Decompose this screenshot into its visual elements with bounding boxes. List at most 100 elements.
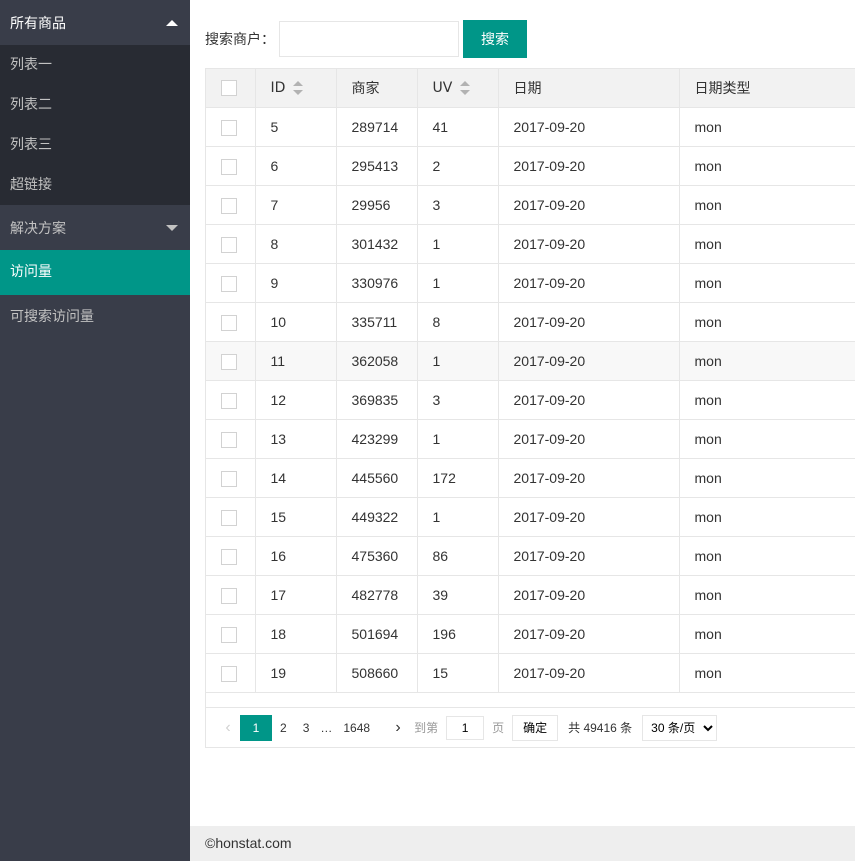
cell-merchant: 475360 xyxy=(336,536,418,576)
cell-merchant: 501694 xyxy=(336,614,418,654)
row-checkbox[interactable] xyxy=(221,275,237,292)
row-checkbox[interactable] xyxy=(221,470,237,487)
caret-up-icon xyxy=(166,19,178,26)
row-checkbox[interactable] xyxy=(221,197,237,214)
cell-date-type: mon xyxy=(679,497,855,537)
page-3[interactable]: 3 xyxy=(295,715,318,741)
nav-group-all-products[interactable]: 所有商品 xyxy=(0,0,190,45)
cell-id: 13 xyxy=(255,419,337,459)
goto-label: 到第 xyxy=(414,721,439,735)
row-checkbox-cell xyxy=(206,614,256,654)
cell-id: 12 xyxy=(255,380,337,420)
goto-confirm-button[interactable]: 确定 xyxy=(512,714,559,741)
row-checkbox-cell xyxy=(206,575,256,615)
caret-down-icon xyxy=(166,224,178,231)
row-checkbox[interactable] xyxy=(221,587,237,604)
table-row[interactable]: 15 449322 1 2017-09-20 mon xyxy=(206,497,855,537)
row-checkbox[interactable] xyxy=(221,158,237,175)
cell-date: 2017-09-20 xyxy=(498,224,680,264)
header-label: UV xyxy=(432,80,453,96)
row-checkbox-cell xyxy=(206,497,256,537)
row-checkbox-cell xyxy=(206,653,256,693)
cell-date: 2017-09-20 xyxy=(498,497,680,537)
table-row[interactable]: 6 295413 2 2017-09-20 mon xyxy=(206,146,855,186)
cell-id: 19 xyxy=(255,653,337,693)
row-checkbox[interactable] xyxy=(221,509,237,526)
cell-date-type: mon xyxy=(679,263,855,303)
table-row[interactable]: 19 508660 15 2017-09-20 mon xyxy=(206,653,855,693)
row-checkbox[interactable] xyxy=(221,236,237,253)
row-checkbox[interactable] xyxy=(221,392,237,409)
table-row[interactable]: 9 330976 1 2017-09-20 mon xyxy=(206,263,855,303)
cell-id: 10 xyxy=(255,302,337,342)
page-size-select[interactable]: 30 条/页 xyxy=(642,714,718,741)
cell-merchant: 482778 xyxy=(336,575,418,615)
sort-icon[interactable] xyxy=(293,81,304,95)
cell-uv: 196 xyxy=(417,614,499,654)
row-checkbox[interactable] xyxy=(221,119,237,136)
table-row[interactable]: 14 445560 172 2017-09-20 mon xyxy=(206,458,855,498)
subnav-item-list2[interactable]: 列表二 xyxy=(0,85,190,125)
main-content: 搜索商户： 搜索 ID 商家 UV 日期 日期类型 5 289714 41 20… xyxy=(190,0,855,826)
table-row[interactable]: 5 289714 41 2017-09-20 mon xyxy=(206,107,855,147)
cell-date: 2017-09-20 xyxy=(498,614,680,654)
cell-date: 2017-09-20 xyxy=(498,575,680,615)
cell-merchant: 445560 xyxy=(336,458,418,498)
table-row[interactable]: 16 475360 86 2017-09-20 mon xyxy=(206,536,855,576)
cell-uv: 3 xyxy=(417,380,499,420)
search-label: 搜索商户： xyxy=(205,32,275,48)
table-row[interactable]: 10 335711 8 2017-09-20 mon xyxy=(206,302,855,342)
row-checkbox-cell xyxy=(206,380,256,420)
table-row[interactable]: 12 369835 3 2017-09-20 mon xyxy=(206,380,855,420)
row-checkbox-cell xyxy=(206,458,256,498)
total-count: 共 49416 条 xyxy=(568,721,633,735)
page-1[interactable]: 1 xyxy=(240,714,272,741)
table-row[interactable]: 11 362058 1 2017-09-20 mon xyxy=(206,341,855,381)
nav-group-title: 所有商品 xyxy=(10,15,66,32)
cell-id: 5 xyxy=(255,107,337,147)
cell-date-type: mon xyxy=(679,536,855,576)
next-page-icon[interactable]: › xyxy=(386,719,410,737)
cell-id: 6 xyxy=(255,146,337,186)
subnav-item-list3[interactable]: 列表三 xyxy=(0,125,190,165)
table-row[interactable]: 17 482778 39 2017-09-20 mon xyxy=(206,575,855,615)
row-checkbox[interactable] xyxy=(221,314,237,331)
row-checkbox[interactable] xyxy=(221,665,237,682)
subnav-item-hyperlink[interactable]: 超链接 xyxy=(0,165,190,205)
prev-page-icon[interactable]: ‹ xyxy=(216,719,240,737)
row-checkbox[interactable] xyxy=(221,548,237,565)
cell-date: 2017-09-20 xyxy=(498,536,680,576)
table-body[interactable]: ID 商家 UV 日期 日期类型 5 289714 41 2017-09-20 mon 6… xyxy=(206,69,855,707)
subnav-item-list1[interactable]: 列表一 xyxy=(0,45,190,85)
nav-group-solutions[interactable]: 解决方案 xyxy=(0,205,190,250)
cell-id: 18 xyxy=(255,614,337,654)
cell-date: 2017-09-20 xyxy=(498,419,680,459)
page-last[interactable]: 1648 xyxy=(335,715,378,741)
row-checkbox-cell xyxy=(206,341,256,381)
nav-group-title: 解决方案 xyxy=(10,220,66,237)
cell-merchant: 449322 xyxy=(336,497,418,537)
search-button[interactable]: 搜索 xyxy=(463,20,527,58)
sort-icon[interactable] xyxy=(460,81,471,95)
page-unit: 页 xyxy=(492,721,505,735)
table-row[interactable]: 18 501694 196 2017-09-20 mon xyxy=(206,614,855,654)
cell-uv: 8 xyxy=(417,302,499,342)
nav-item-searchable-visits[interactable]: 可搜索访问量 xyxy=(0,295,190,340)
row-checkbox-cell xyxy=(206,185,256,225)
cell-uv: 1 xyxy=(417,224,499,264)
header-uv[interactable]: UV xyxy=(417,69,499,108)
header-id[interactable]: ID xyxy=(255,69,337,108)
row-checkbox[interactable] xyxy=(221,626,237,643)
table-row[interactable]: 8 301432 1 2017-09-20 mon xyxy=(206,224,855,264)
table-header-row: ID 商家 UV 日期 日期类型 xyxy=(206,69,855,108)
table-row[interactable]: 13 423299 1 2017-09-20 mon xyxy=(206,419,855,459)
search-input[interactable] xyxy=(279,21,459,57)
cell-date-type: mon xyxy=(679,341,855,381)
goto-page-input[interactable] xyxy=(446,715,485,740)
row-checkbox[interactable] xyxy=(221,431,237,448)
table-row[interactable]: 7 29956 3 2017-09-20 mon xyxy=(206,185,855,225)
select-all-checkbox[interactable] xyxy=(221,80,237,96)
nav-item-visits[interactable]: 访问量 xyxy=(0,250,190,295)
row-checkbox[interactable] xyxy=(221,353,237,370)
page-2[interactable]: 2 xyxy=(272,715,295,741)
